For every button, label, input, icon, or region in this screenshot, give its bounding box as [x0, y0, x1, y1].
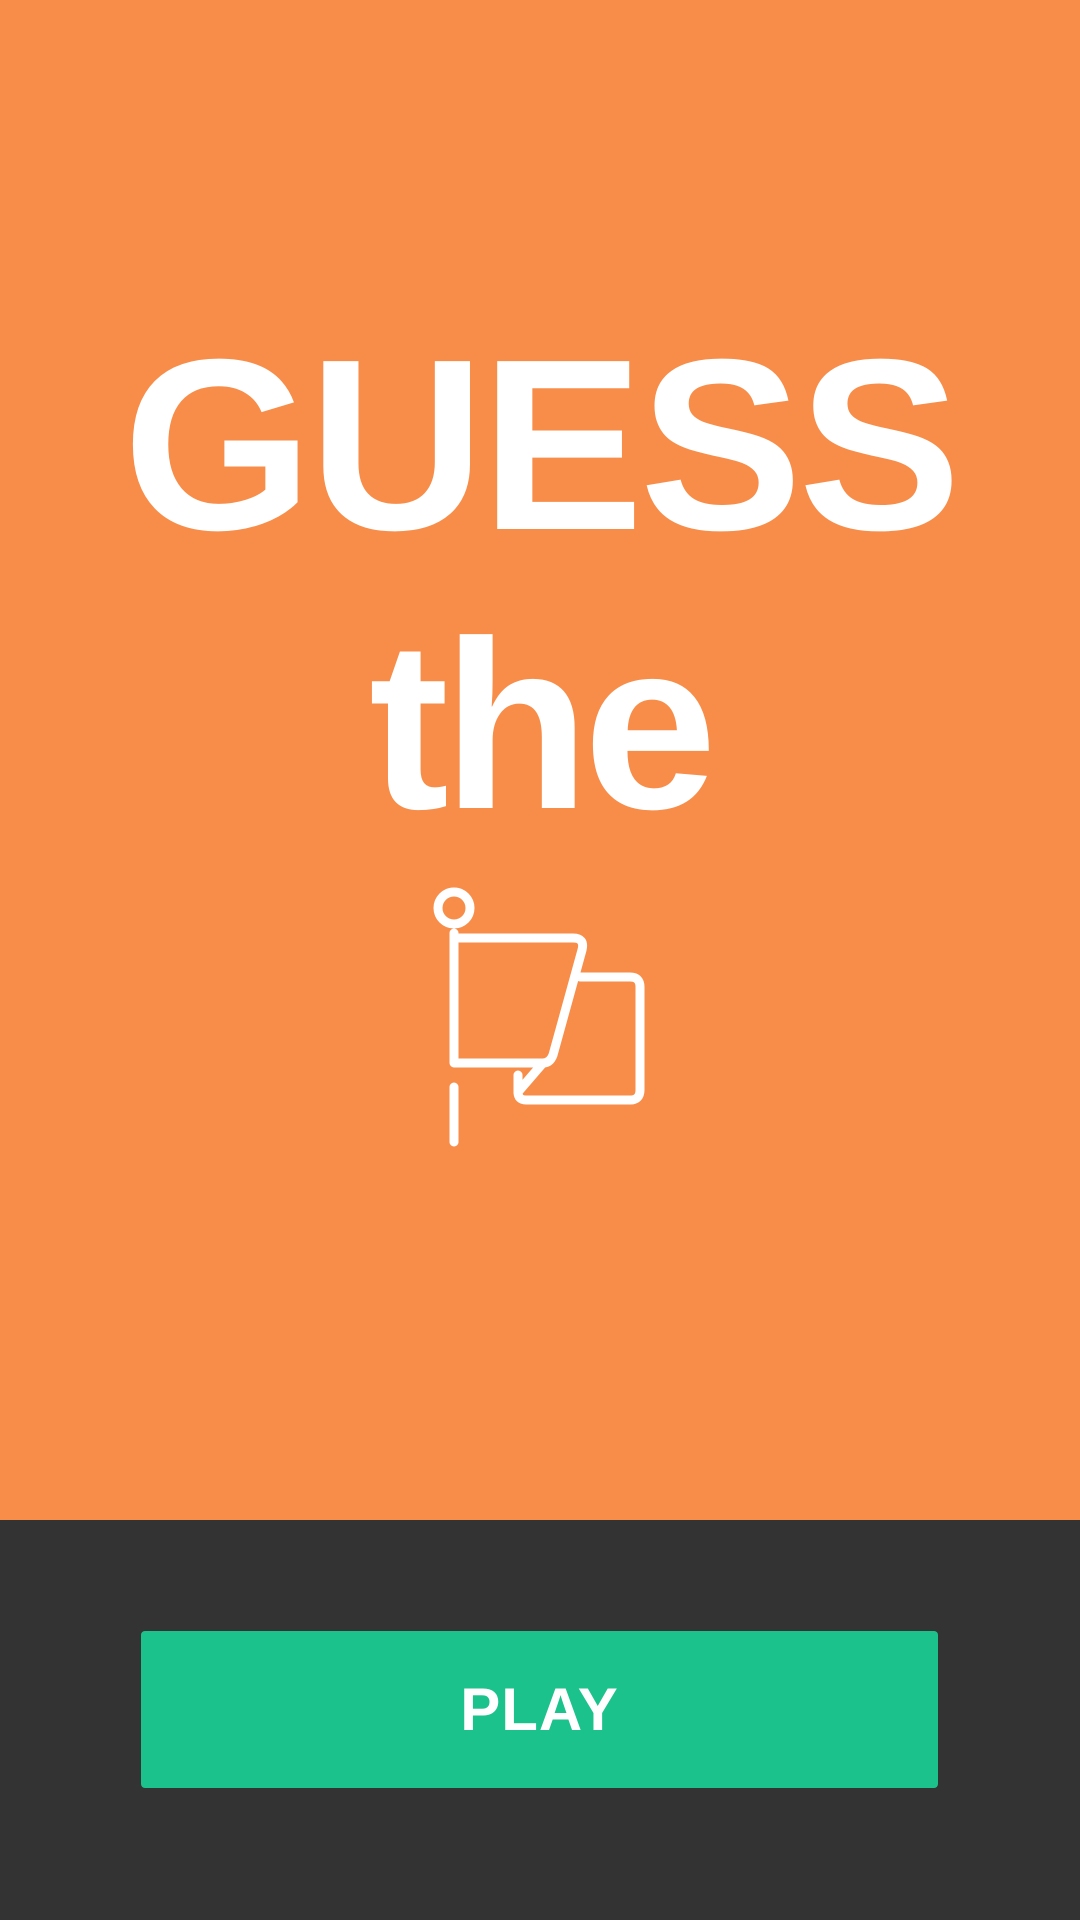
title-the: the	[369, 591, 717, 859]
title-guess: GUESS	[122, 308, 961, 581]
game-start-screen: GUESS the PLAY	[0, 0, 1080, 1920]
title-panel: GUESS the	[0, 0, 1080, 1520]
flag-icon	[433, 887, 645, 1147]
play-button[interactable]: PLAY	[141, 1631, 938, 1788]
